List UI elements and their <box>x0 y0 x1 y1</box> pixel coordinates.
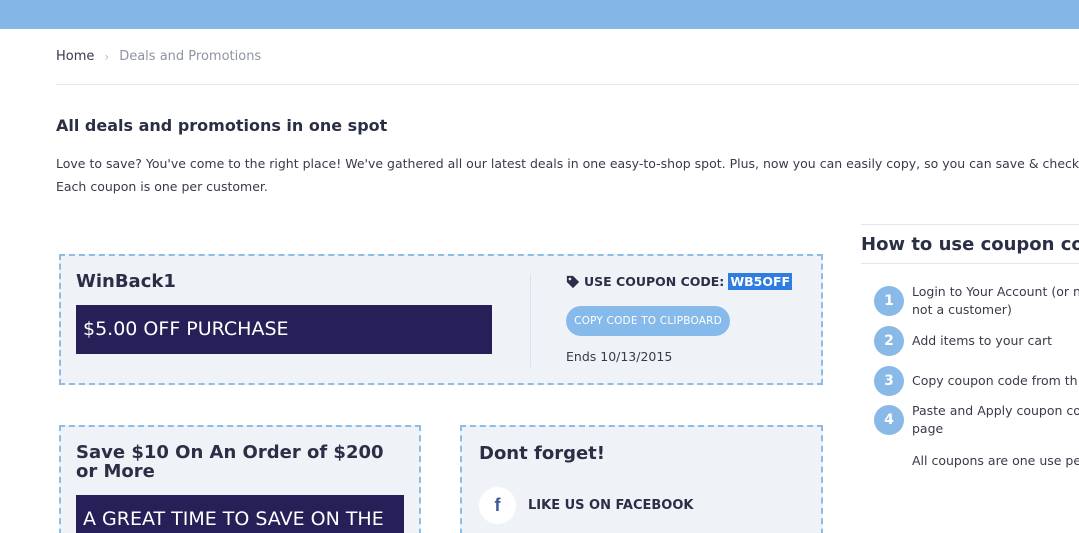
step-text-line: Paste and Apply coupon co <box>912 403 1079 418</box>
step-text-line: page <box>912 421 944 436</box>
step-number: 4 <box>874 405 904 435</box>
intro-line-2: Each coupon is one per customer. <box>56 179 268 194</box>
coupon-name: WinBack1 <box>76 271 176 292</box>
step-number: 1 <box>874 286 904 316</box>
coupon-banner: A GREAT TIME TO SAVE ON THE <box>76 495 404 533</box>
step-text: Copy coupon code from th <box>912 373 1078 388</box>
step-text: Paste and Apply coupon co page <box>912 402 1079 438</box>
breadcrumb: Home › Deals and Promotions <box>56 49 261 64</box>
page-title: All deals and promotions in one spot <box>56 116 388 135</box>
step-text: Login to Your Account (or n not a custom… <box>912 283 1079 319</box>
top-navigation-bar <box>0 0 1079 29</box>
step-text-line: not a customer) <box>912 302 1012 317</box>
social-card: Dont forget! f LIKE US ON FACEBOOK <box>460 425 823 533</box>
coupon-expiry: Ends 10/13/2015 <box>566 349 673 364</box>
how-to-divider <box>861 263 1079 264</box>
intro-text: Love to save? You've come to the right p… <box>56 152 1079 198</box>
how-to-step: 1 Login to Your Account (or n not a cust… <box>874 283 1079 319</box>
coupon-code-label: USE COUPON CODE: <box>584 274 725 289</box>
how-to-top-divider <box>861 224 1079 225</box>
step-number: 3 <box>874 366 904 396</box>
facebook-label: LIKE US ON FACEBOOK <box>528 498 694 513</box>
breadcrumb-current: Deals and Promotions <box>119 49 262 64</box>
social-title: Dont forget! <box>479 443 605 464</box>
step-text-line: Login to Your Account (or n <box>912 284 1079 299</box>
how-to-note: All coupons are one use pe <box>912 453 1079 468</box>
card-divider <box>530 274 531 367</box>
step-text: Add items to your cart <box>912 333 1053 348</box>
chevron-right-icon: › <box>104 49 110 64</box>
coupon-title: Save $10 On An Order of $200 or More <box>76 442 384 482</box>
coupon-card-save10: Save $10 On An Order of $200 or More A G… <box>59 425 421 533</box>
copy-code-button[interactable]: COPY CODE TO CLIPBOARD <box>566 306 730 336</box>
breadcrumb-divider <box>56 84 1079 85</box>
facebook-like-link[interactable]: f LIKE US ON FACEBOOK <box>479 487 693 524</box>
how-to-step: 2 Add items to your cart <box>874 326 1079 356</box>
coupon-code-value[interactable]: WB5OFF <box>728 273 793 290</box>
how-to-step: 3 Copy coupon code from th <box>874 366 1079 396</box>
intro-line-1: Love to save? You've come to the right p… <box>56 156 1079 171</box>
tag-icon <box>566 275 580 288</box>
how-to-title: How to use coupon code <box>861 234 1079 255</box>
step-number: 2 <box>874 326 904 356</box>
how-to-step: 4 Paste and Apply coupon co page <box>874 402 1079 438</box>
coupon-card-winback: WinBack1 $5.00 OFF PURCHASE USE COUPON C… <box>59 254 823 385</box>
coupon-code-row: USE COUPON CODE: WB5OFF <box>566 273 793 290</box>
coupon-banner: $5.00 OFF PURCHASE <box>76 305 492 354</box>
facebook-icon: f <box>479 487 516 524</box>
breadcrumb-home-link[interactable]: Home <box>56 49 94 64</box>
